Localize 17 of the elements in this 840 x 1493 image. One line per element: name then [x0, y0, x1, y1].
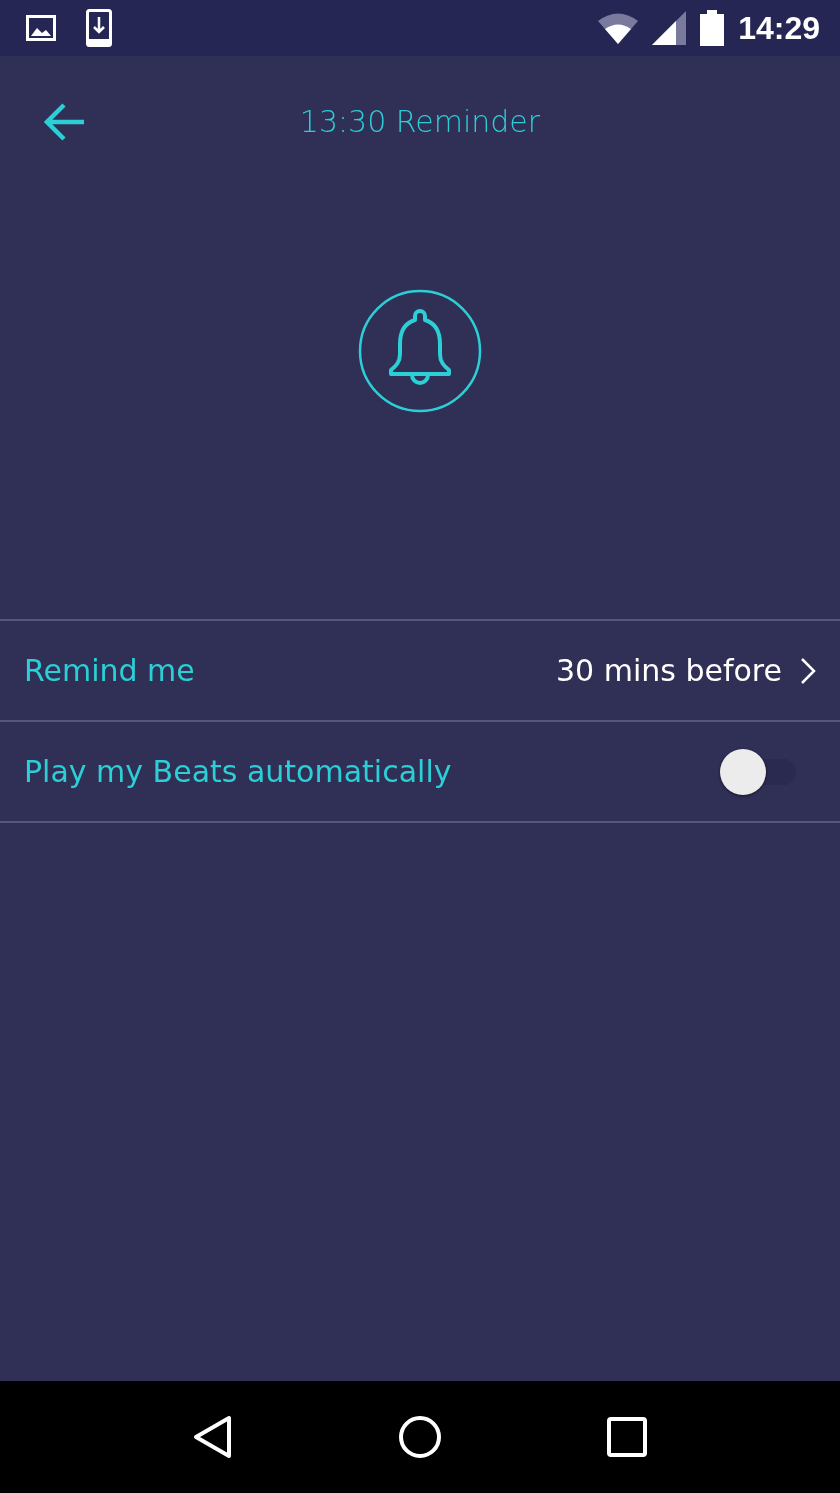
wifi-icon [598, 12, 639, 44]
back-button[interactable] [44, 102, 86, 142]
setting-label: Remind me [24, 653, 196, 688]
bell-icon [358, 289, 482, 413]
setting-label: Play my Beats automatically [24, 754, 453, 789]
download-icon [86, 9, 112, 47]
recents-nav-button[interactable] [607, 1417, 648, 1457]
back-nav-button[interactable] [192, 1415, 233, 1459]
screen-title: 13:30 Reminder [299, 103, 541, 139]
image-icon [26, 13, 56, 43]
chevron-icon [800, 656, 816, 685]
battery-icon [700, 10, 725, 46]
home-nav-button[interactable] [398, 1415, 442, 1459]
status-time: 14:29 [738, 9, 820, 47]
setting-value: 30 mins before [556, 653, 782, 688]
signal-icon [652, 11, 687, 45]
settings-row[interactable]: Remind me 30 mins before [0, 621, 840, 722]
